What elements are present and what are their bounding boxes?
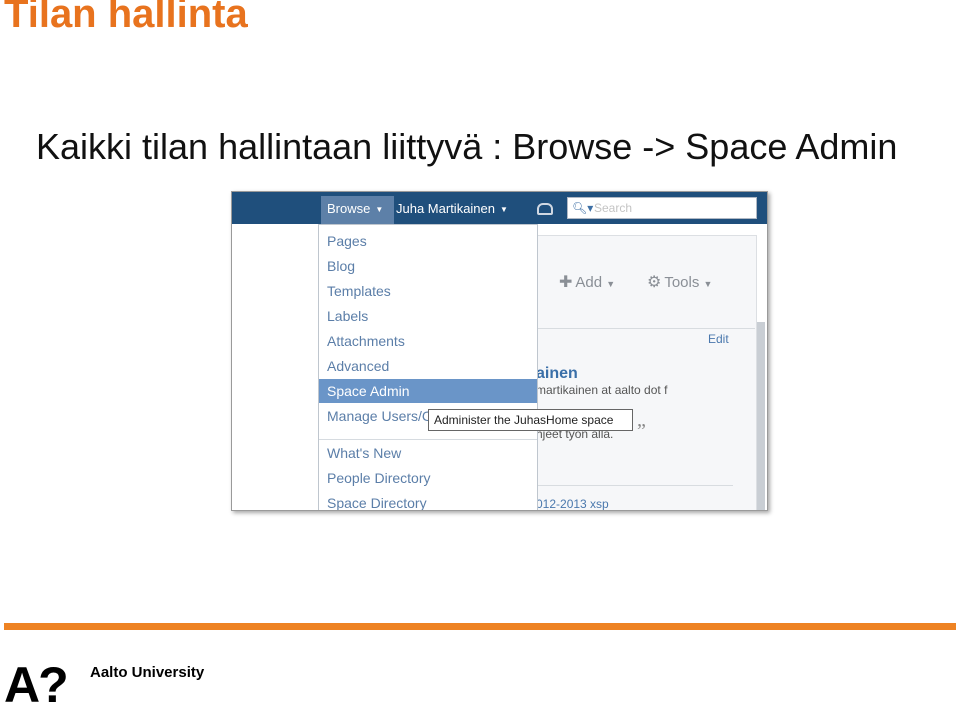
menu-item-whats-new[interactable]: What's New: [319, 441, 537, 465]
aalto-logo: A?: [4, 657, 69, 713]
menu-item-attachments[interactable]: Attachments: [319, 329, 537, 353]
menu-item-labels[interactable]: Labels: [319, 304, 537, 328]
quote-icon: ”: [637, 420, 646, 442]
gear-icon: ⚙: [647, 274, 662, 291]
profile-name[interactable]: ainen: [536, 365, 578, 383]
logo-question-mark: ?: [38, 657, 69, 713]
menu-item-blog[interactable]: Blog: [319, 254, 537, 278]
tools-button[interactable]: ⚙ Tools ▼: [647, 272, 712, 292]
user-menu-button[interactable]: Juha Martikainen ▼: [396, 192, 508, 224]
add-button[interactable]: ✚ Add ▼: [559, 272, 615, 292]
plus-icon: ✚: [559, 274, 573, 291]
menu-item-templates[interactable]: Templates: [319, 279, 537, 303]
scrollbar[interactable]: [757, 322, 765, 510]
user-label: Juha Martikainen: [396, 201, 495, 216]
divider: [533, 328, 755, 329]
search-box[interactable]: 🔍︎▾: [567, 197, 757, 219]
browse-menu-button[interactable]: Browse ▼: [321, 196, 394, 224]
search-icon: 🔍︎▾: [572, 201, 594, 215]
tools-label: Tools: [664, 274, 700, 291]
search-input[interactable]: [594, 200, 744, 216]
divider: [533, 485, 733, 486]
slide-title: Tilan hallinta: [4, 0, 248, 36]
browse-label: Browse: [327, 201, 371, 216]
chevron-down-icon: ▼: [500, 204, 508, 214]
menu-item-space-directory[interactable]: Space Directory: [319, 491, 537, 510]
chevron-down-icon: ▼: [703, 279, 713, 289]
university-name: Aalto University: [90, 664, 205, 681]
browse-dropdown-menu: Pages Blog Templates Labels Attachments …: [318, 224, 538, 510]
slide-bullet-text: Kaikki tilan hallintaan liittyvä : Brows…: [36, 126, 898, 167]
menu-divider: [319, 439, 537, 440]
chevron-down-icon: ▼: [606, 279, 616, 289]
add-label: Add: [575, 274, 603, 291]
profile-email: martikainen at aalto dot f: [536, 383, 668, 397]
confluence-screenshot: Browse ▼ Juha Martikainen ▼ 🔍︎▾ ✚Add ▼ ⚙To…: [231, 191, 768, 511]
menu-item-pages[interactable]: Pages: [319, 229, 537, 253]
chevron-down-icon: ▼: [375, 204, 384, 214]
page-link[interactable]: 012-2013 xsp: [536, 497, 609, 510]
logo-letter: A: [4, 657, 40, 713]
space-admin-tooltip: Administer the JuhasHome space: [428, 409, 633, 431]
menu-item-people-directory[interactable]: People Directory: [319, 466, 537, 490]
menu-item-space-admin[interactable]: Space Admin: [319, 379, 537, 403]
top-navigation-bar: Browse ▼ Juha Martikainen ▼ 🔍︎▾: [232, 192, 767, 224]
notification-icon[interactable]: [537, 203, 553, 215]
menu-item-advanced[interactable]: Advanced: [319, 354, 537, 378]
footer-accent-bar: [4, 623, 956, 630]
edit-link[interactable]: Edit: [708, 332, 729, 346]
